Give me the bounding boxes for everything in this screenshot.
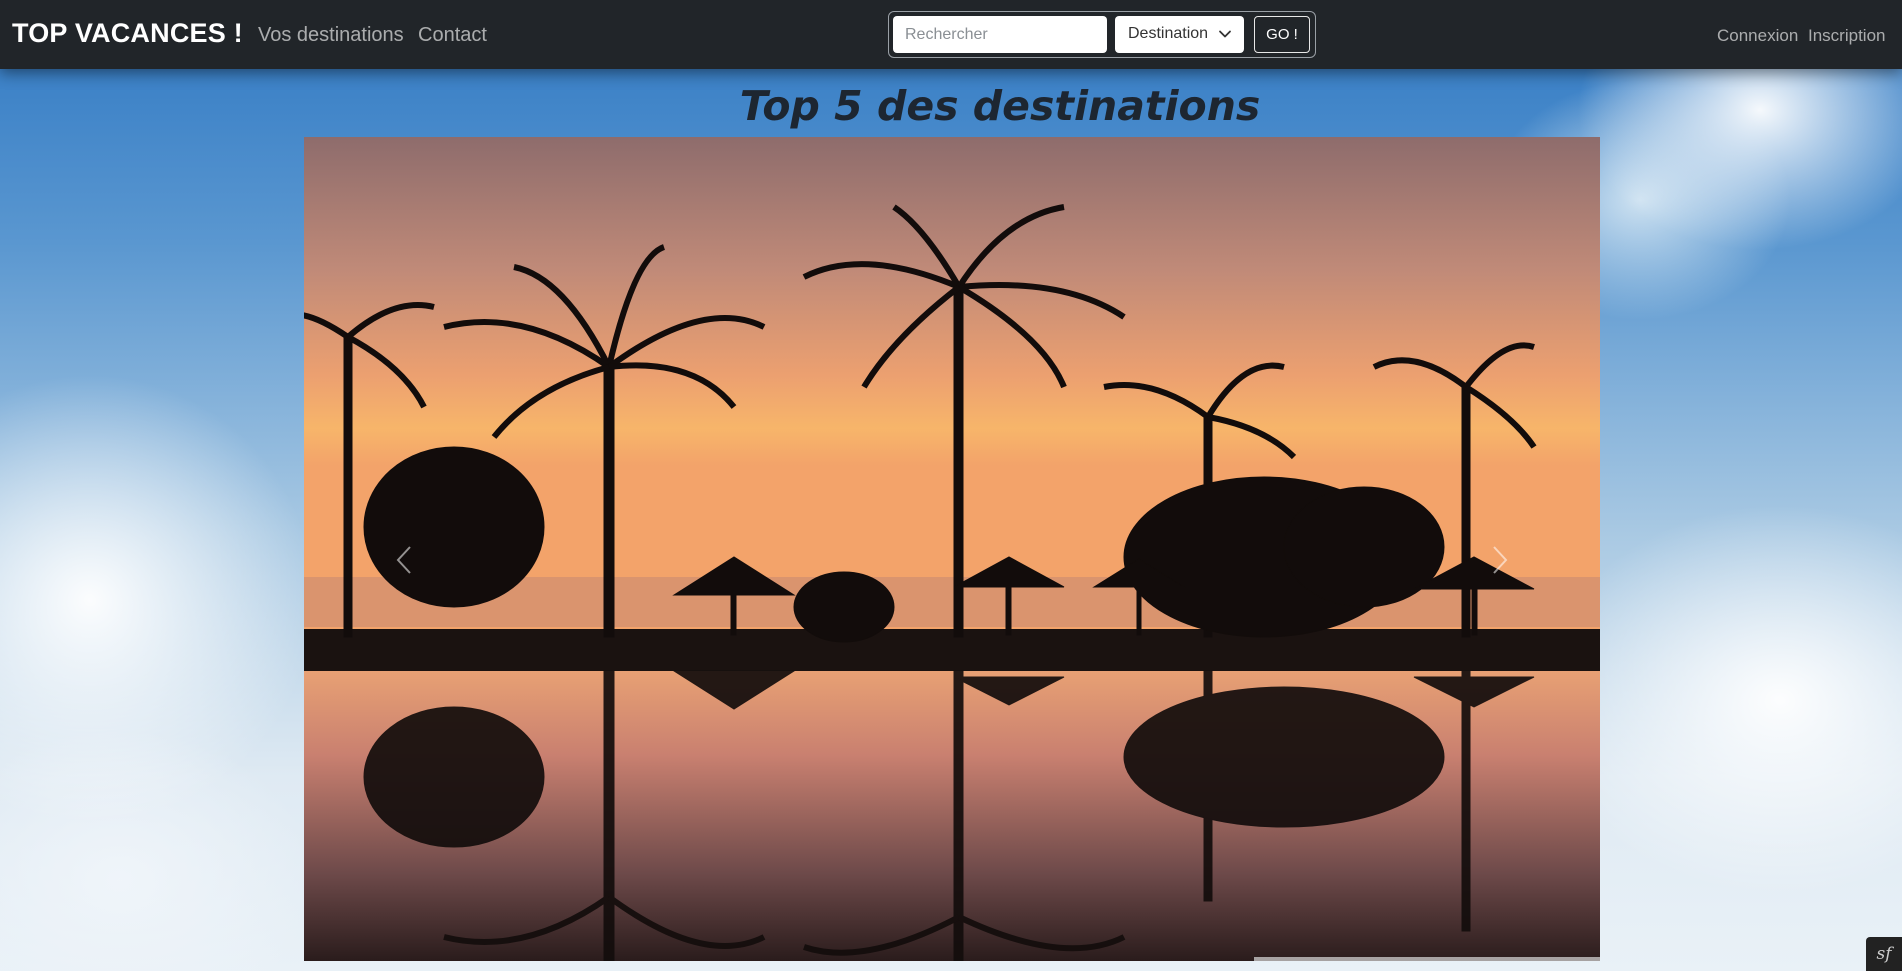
brand-logo[interactable]: TOP VACANCES ! xyxy=(12,18,243,49)
carousel-indicator[interactable] xyxy=(1254,957,1600,961)
search-form: Destination GO ! xyxy=(888,11,1316,58)
carousel-prev-button[interactable] xyxy=(374,525,434,595)
destination-select[interactable]: Destination xyxy=(1115,16,1244,53)
chevron-down-icon xyxy=(1219,30,1231,38)
nav-link-destinations[interactable]: Vos destinations xyxy=(258,24,404,47)
carousel-slide-image xyxy=(304,137,1600,961)
top-navbar: TOP VACANCES ! Vos destinations Contact … xyxy=(0,0,1902,69)
destination-select-value: Destination xyxy=(1128,25,1209,42)
nav-link-connexion[interactable]: Connexion xyxy=(1717,26,1798,46)
nav-link-inscription[interactable]: Inscription xyxy=(1808,26,1885,46)
symfony-icon[interactable]: sf xyxy=(1866,937,1902,971)
page-title: Top 5 des destinations xyxy=(739,82,1261,130)
go-button[interactable]: GO ! xyxy=(1254,16,1310,53)
destinations-carousel[interactable] xyxy=(304,137,1600,961)
chevron-right-icon xyxy=(1493,546,1508,574)
carousel-next-button[interactable] xyxy=(1470,525,1530,595)
chevron-left-icon xyxy=(396,546,411,574)
nav-link-contact[interactable]: Contact xyxy=(418,24,487,47)
search-input[interactable] xyxy=(893,16,1107,53)
